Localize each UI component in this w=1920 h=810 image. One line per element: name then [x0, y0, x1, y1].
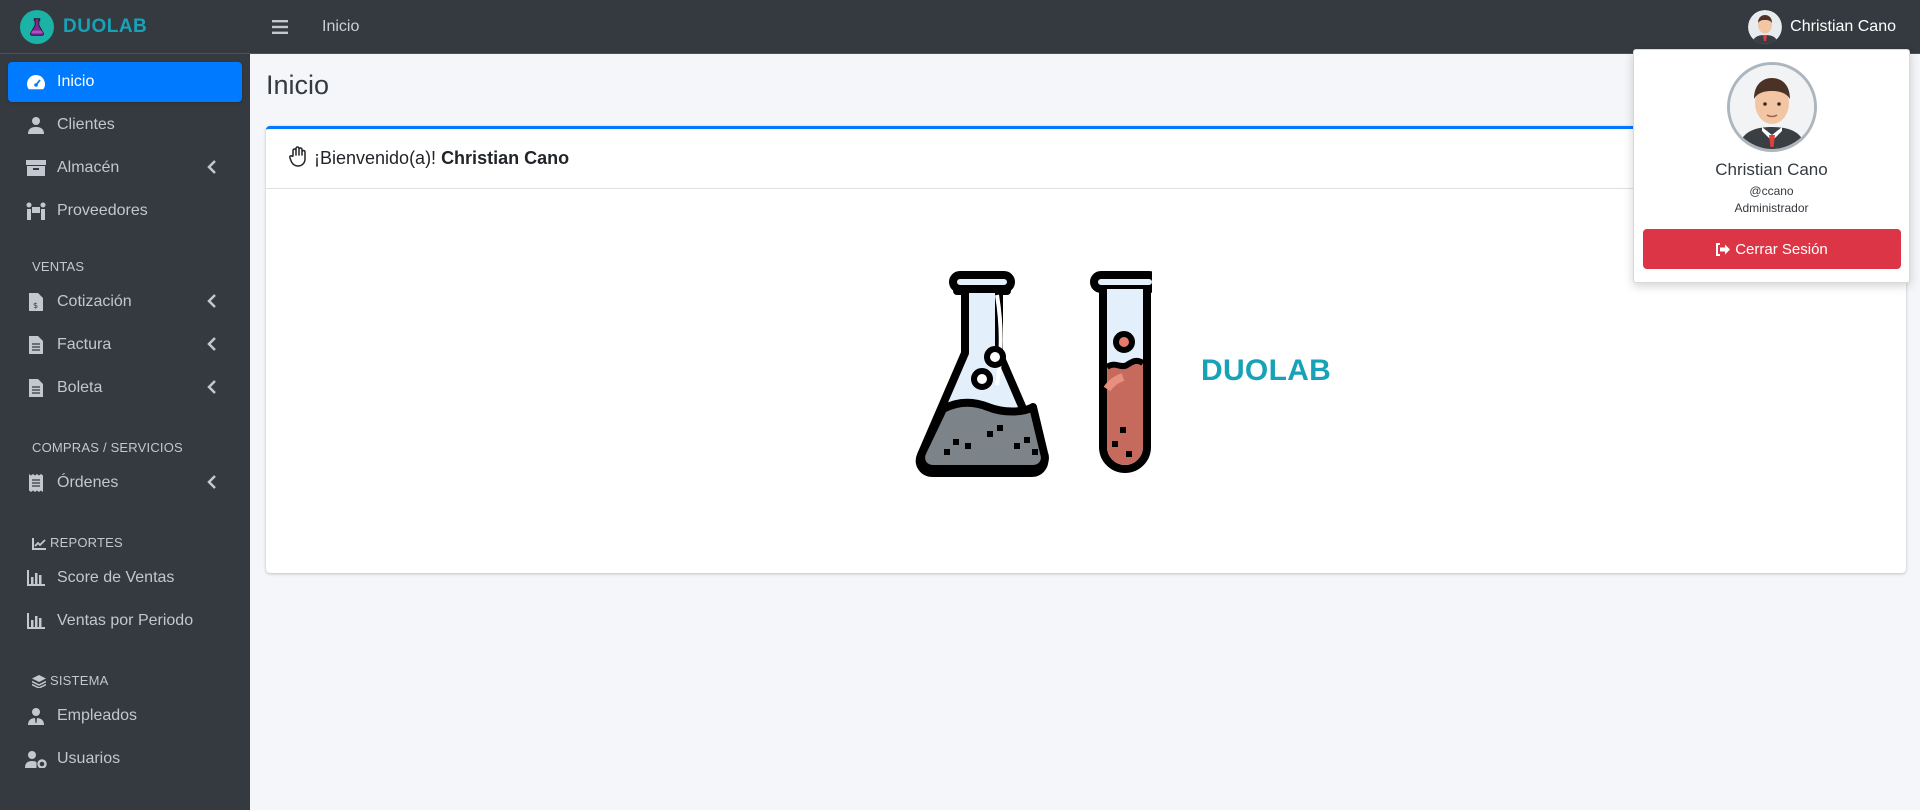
- receipt-icon: [25, 472, 47, 494]
- sidebar-nav: Inicio Clientes Almacén Proveedores VENT…: [0, 54, 250, 790]
- user-dropdown: Christian Cano @ccano Administrador Cerr…: [1633, 49, 1910, 283]
- sidebar-item-factura[interactable]: Factura: [8, 325, 242, 365]
- sidebar-item-almacen[interactable]: Almacén: [8, 148, 242, 188]
- nav-header-ventas: VENTAS: [32, 259, 85, 274]
- sidebar-item-label: Boleta: [57, 379, 103, 396]
- user-icon: [25, 114, 47, 136]
- svg-text:$: $: [33, 301, 38, 310]
- brand-title: DUOLAB: [1201, 354, 1332, 387]
- users-cog-icon: [25, 748, 47, 770]
- sidebar: DUOLAB Inicio Clientes Almacén Proveedor…: [0, 0, 250, 810]
- bar-chart-icon: [25, 567, 47, 589]
- logout-button[interactable]: Cerrar Sesión: [1642, 229, 1901, 269]
- user-name: Christian Cano: [1790, 18, 1896, 35]
- logout-label: Cerrar Sesión: [1735, 240, 1828, 258]
- dropdown-role: Administrador: [1734, 201, 1809, 215]
- file-text-icon: [25, 377, 47, 399]
- lab-flask-illustration: [902, 259, 1160, 514]
- sidebar-item-inicio[interactable]: Inicio: [8, 62, 242, 102]
- sidebar-item-usuarios[interactable]: Usuarios: [8, 739, 242, 779]
- dropdown-user-name: Christian Cano: [1715, 160, 1828, 179]
- nav-header-label: SISTEMA: [50, 673, 109, 688]
- chart-line-icon: [32, 538, 46, 550]
- user-menu-toggle[interactable]: Christian Cano: [1748, 0, 1896, 54]
- welcome-name: Christian Cano: [441, 148, 570, 168]
- nav-header-reportes: REPORTES: [8, 506, 242, 558]
- file-text-icon: [25, 334, 47, 356]
- sidebar-item-label: Inicio: [57, 73, 95, 90]
- sidebar-item-label: Ventas por Periodo: [57, 612, 194, 629]
- page-title: Inicio: [266, 70, 330, 100]
- nav-link-inicio[interactable]: Inicio: [322, 18, 359, 36]
- layers-icon: [32, 675, 46, 688]
- sidebar-item-ordenes[interactable]: Órdenes: [8, 463, 242, 503]
- tachometer-icon: [25, 71, 47, 93]
- sidebar-item-label: Usuarios: [57, 750, 121, 767]
- people-carry-icon: [25, 200, 47, 222]
- box-icon: [25, 157, 47, 179]
- menu-toggle-icon[interactable]: [272, 19, 302, 34]
- sidebar-item-proveedores[interactable]: Proveedores: [8, 191, 242, 231]
- welcome-prefix: ¡Bienvenido(a)!: [314, 148, 437, 168]
- dropdown-username: @ccano: [1749, 184, 1794, 198]
- sidebar-item-boleta[interactable]: Boleta: [8, 368, 242, 408]
- sidebar-item-label: Cotización: [57, 293, 132, 310]
- top-navbar: Inicio Christian Cano: [250, 0, 1920, 54]
- sidebar-item-label: Factura: [57, 336, 112, 353]
- nav-header-label: REPORTES: [50, 535, 123, 550]
- chevron-left-icon: [207, 475, 216, 494]
- avatar: [1748, 10, 1783, 44]
- sidebar-item-score-ventas[interactable]: Score de Ventas: [8, 558, 242, 598]
- hand-wave-icon: [288, 145, 310, 172]
- sidebar-item-empleados[interactable]: Empleados: [8, 696, 242, 736]
- sidebar-item-clientes[interactable]: Clientes: [8, 105, 242, 145]
- sidebar-item-cotizacion[interactable]: $ Cotización: [8, 282, 242, 322]
- nav-header-compras: COMPRAS / SERVICIOS: [32, 440, 183, 455]
- brand-link[interactable]: DUOLAB: [0, 0, 250, 54]
- user-tie-icon: [25, 705, 47, 727]
- chevron-left-icon: [207, 380, 216, 399]
- chevron-left-icon: [207, 294, 216, 313]
- chevron-left-icon: [207, 337, 216, 356]
- chevron-left-icon: [207, 160, 216, 179]
- brand-text: DUOLAB: [63, 15, 148, 37]
- invoice-dollar-icon: $: [25, 291, 47, 313]
- sidebar-item-ventas-periodo[interactable]: Ventas por Periodo: [8, 601, 242, 641]
- avatar: [1726, 62, 1817, 152]
- flask-logo-icon: [20, 9, 54, 44]
- bar-chart-icon: [25, 610, 47, 632]
- sign-out-icon: [1716, 242, 1731, 256]
- sidebar-item-label: Empleados: [57, 707, 138, 724]
- sidebar-item-label: Proveedores: [57, 202, 148, 219]
- sidebar-item-label: Órdenes: [57, 474, 119, 491]
- nav-header-sistema: SISTEMA: [8, 644, 242, 696]
- sidebar-item-label: Almacén: [57, 159, 120, 176]
- sidebar-item-label: Score de Ventas: [57, 569, 175, 586]
- sidebar-item-label: Clientes: [57, 116, 115, 133]
